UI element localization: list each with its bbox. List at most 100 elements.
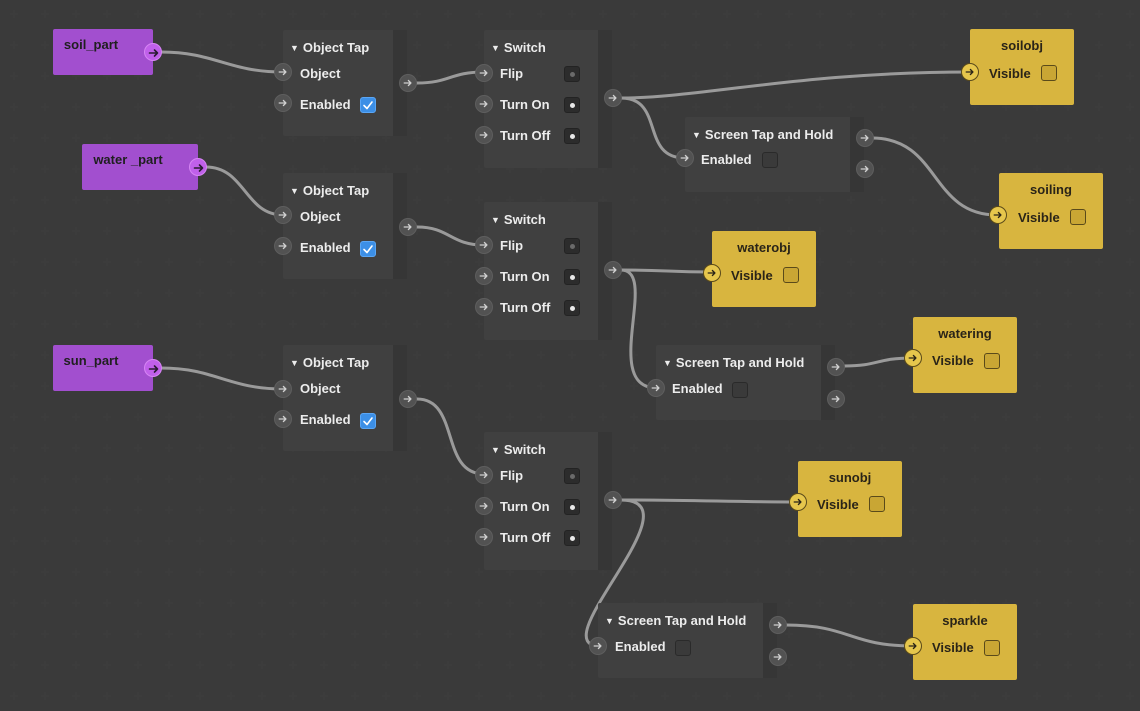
sparkle-node[interactable]: sparkle Visible [913, 604, 1017, 680]
sunobj-node[interactable]: sunobj Visible [798, 461, 902, 537]
visible-checkbox[interactable] [869, 496, 885, 512]
flip-trigger-button[interactable] [564, 238, 580, 254]
triangle-down-icon[interactable]: ▼ [491, 215, 500, 225]
triangle-down-icon[interactable]: ▼ [491, 445, 500, 455]
object-tap-node[interactable]: ▼ Object Tap Object Enabled [283, 173, 407, 279]
arrow-right-icon[interactable] [703, 264, 721, 282]
arrow-right-icon[interactable] [475, 528, 493, 546]
switch-node[interactable]: ▼ Switch Flip Turn On Turn Off [484, 202, 612, 340]
triangle-down-icon[interactable]: ▼ [290, 358, 299, 368]
arrow-right-icon[interactable] [589, 637, 607, 655]
triangle-down-icon[interactable]: ▼ [663, 358, 672, 368]
turn-on-trigger-button[interactable] [564, 97, 580, 113]
arrow-right-icon[interactable] [274, 380, 292, 398]
turn-on-trigger-button[interactable] [564, 499, 580, 515]
arrow-right-icon[interactable] [274, 237, 292, 255]
visible-checkbox[interactable] [1070, 209, 1086, 225]
turn-off-trigger-button[interactable] [564, 300, 580, 316]
turn-on-trigger-button[interactable] [564, 269, 580, 285]
arrow-right-icon[interactable] [604, 261, 622, 279]
arrow-right-icon[interactable] [475, 298, 493, 316]
node-title[interactable]: ▼ Screen Tap and Hold [692, 127, 833, 142]
enabled-checkbox[interactable] [360, 97, 376, 113]
arrow-right-icon[interactable] [647, 379, 665, 397]
flip-trigger-button[interactable] [564, 468, 580, 484]
checkmark-icon [363, 245, 373, 254]
node-title[interactable]: ▼ Object Tap [290, 40, 369, 55]
arrow-right-icon[interactable] [144, 359, 162, 377]
arrow-right-icon[interactable] [189, 158, 207, 176]
port-label-flip: Flip [500, 238, 524, 253]
visible-checkbox[interactable] [783, 267, 799, 283]
arrow-right-icon[interactable] [274, 410, 292, 428]
arrow-right-icon[interactable] [475, 95, 493, 113]
node-title[interactable]: ▼ Switch [491, 212, 546, 227]
arrow-right-icon[interactable] [144, 43, 162, 61]
arrow-right-icon[interactable] [475, 236, 493, 254]
node-title[interactable]: ▼ Screen Tap and Hold [605, 613, 746, 628]
arrow-right-icon[interactable] [769, 648, 787, 666]
arrow-right-icon[interactable] [989, 206, 1007, 224]
visible-checkbox[interactable] [984, 353, 1000, 369]
arrow-right-icon[interactable] [399, 74, 417, 92]
soiling-node[interactable]: soiling Visible [999, 173, 1103, 249]
arrow-right-icon[interactable] [399, 218, 417, 236]
enabled-checkbox[interactable] [732, 382, 748, 398]
arrow-right-icon[interactable] [475, 267, 493, 285]
arrow-right-icon[interactable] [827, 390, 845, 408]
turn-off-trigger-button[interactable] [564, 530, 580, 546]
arrow-right-icon[interactable] [856, 160, 874, 178]
triangle-down-icon[interactable]: ▼ [290, 186, 299, 196]
arrow-right-icon[interactable] [274, 94, 292, 112]
node-title[interactable]: ▼ Object Tap [290, 355, 369, 370]
arrow-right-icon[interactable] [475, 64, 493, 82]
visible-checkbox[interactable] [1041, 65, 1057, 81]
turn-off-trigger-button[interactable] [564, 128, 580, 144]
arrow-right-icon[interactable] [769, 616, 787, 634]
port-label-turn-on: Turn On [500, 269, 550, 284]
node-title[interactable]: ▼ Screen Tap and Hold [663, 355, 804, 370]
object-tap-node[interactable]: ▼ Object Tap Object Enabled [283, 345, 407, 451]
arrow-right-icon[interactable] [676, 149, 694, 167]
arrow-right-icon[interactable] [904, 637, 922, 655]
arrow-right-icon[interactable] [475, 497, 493, 515]
port-label-turn-off: Turn Off [500, 128, 551, 143]
enabled-checkbox[interactable] [360, 241, 376, 257]
node-title[interactable]: ▼ Switch [491, 442, 546, 457]
port-label-turn-off: Turn Off [500, 300, 551, 315]
triangle-down-icon[interactable]: ▼ [491, 43, 500, 53]
arrow-right-icon[interactable] [789, 493, 807, 511]
arrow-right-icon[interactable] [274, 63, 292, 81]
triangle-down-icon[interactable]: ▼ [692, 130, 701, 140]
switch-node[interactable]: ▼ Switch Flip Turn On Turn Off [484, 30, 612, 168]
enabled-checkbox[interactable] [675, 640, 691, 656]
water-part-node[interactable]: water _part [82, 144, 198, 190]
arrow-right-icon[interactable] [904, 349, 922, 367]
watering-node[interactable]: watering Visible [913, 317, 1017, 393]
port-label-visible: Visible [817, 497, 859, 512]
triangle-down-icon[interactable]: ▼ [605, 616, 614, 626]
sun-part-node[interactable]: sun_part [53, 345, 153, 391]
arrow-right-icon[interactable] [475, 466, 493, 484]
arrow-right-icon[interactable] [827, 358, 845, 376]
arrow-right-icon[interactable] [604, 491, 622, 509]
switch-node[interactable]: ▼ Switch Flip Turn On Turn Off [484, 432, 612, 570]
enabled-checkbox[interactable] [360, 413, 376, 429]
object-tap-node[interactable]: ▼ Object Tap Object Enabled [283, 30, 407, 136]
arrow-right-icon[interactable] [399, 390, 417, 408]
node-title[interactable]: ▼ Switch [491, 40, 546, 55]
arrow-right-icon[interactable] [274, 206, 292, 224]
visible-checkbox[interactable] [984, 640, 1000, 656]
triangle-down-icon[interactable]: ▼ [290, 43, 299, 53]
flip-trigger-button[interactable] [564, 66, 580, 82]
soilobj-node[interactable]: soilobj Visible [970, 29, 1074, 105]
graph-canvas[interactable]: soil_part water _part sun_part ▼ Object T… [0, 0, 1140, 711]
soil-part-node[interactable]: soil_part [53, 29, 153, 75]
node-title[interactable]: ▼ Object Tap [290, 183, 369, 198]
enabled-checkbox[interactable] [762, 152, 778, 168]
arrow-right-icon[interactable] [961, 63, 979, 81]
arrow-right-icon[interactable] [856, 129, 874, 147]
arrow-right-icon[interactable] [604, 89, 622, 107]
waterobj-node[interactable]: waterobj Visible [712, 231, 816, 307]
arrow-right-icon[interactable] [475, 126, 493, 144]
